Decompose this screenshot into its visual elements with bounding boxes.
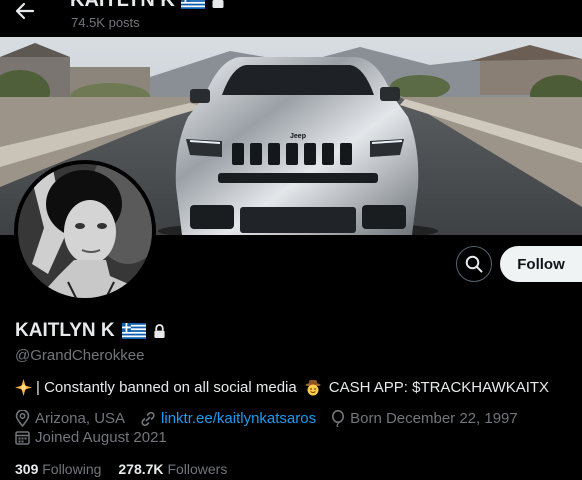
profile-header-bar: KAITLYN K 74.5K posts [0,0,582,37]
followers-count: 278.7K [118,461,164,477]
website-item: linktr.ee/kaitlynkatsaros [140,410,316,427]
display-name: KAITLYN K [15,320,115,341]
cowboy-emoji-icon [304,380,321,396]
location-item: Arizona, USA [15,410,125,427]
back-button[interactable] [12,0,38,22]
follow-counts: 309 Following 278.7K Followers [15,461,227,477]
profile-meta-row-joined: Joined August 2021 [15,429,182,446]
header-post-count: 74.5K posts [71,15,140,30]
follow-button-label: Follow [517,255,565,273]
birthday-text: Born December 22, 1997 [350,410,518,427]
following-count: 309 [15,461,39,477]
bio-cash-app: CASH APP: $TRACKHAWKAITX [328,378,550,396]
avatar-photo [18,164,152,298]
joined-item: Joined August 2021 [15,429,167,446]
followers-label: Followers [167,461,228,477]
location-pin-icon [15,410,30,427]
search-icon [465,255,483,273]
profile-bio: | Constantly banned on all social media … [15,378,549,396]
calendar-icon [15,431,30,445]
followers-link[interactable]: 278.7K Followers [118,461,227,477]
profile-meta-row: Arizona, USA linktr.ee/kaitlynkatsaros B… [15,410,533,427]
lock-icon [212,0,224,8]
avatar[interactable] [14,160,156,302]
profile-name: KAITLYN K [15,320,166,342]
balloon-icon [332,410,345,427]
bio-text: | Constantly banned on all social media [36,378,297,396]
following-label: Following [42,461,102,477]
sparkle-emoji-icon [15,378,32,396]
following-link[interactable]: 309 Following [15,461,101,477]
joined-text: Joined August 2021 [35,429,167,446]
birthday-item: Born December 22, 1997 [331,410,518,427]
follow-button[interactable]: Follow [500,246,582,282]
user-handle: @GrandCherokkee [15,347,145,364]
website-link[interactable]: linktr.ee/kaitlynkatsaros [161,410,316,427]
grille-badge: Jeep [290,133,306,140]
greece-flag-icon [121,323,146,339]
search-profile-button[interactable] [456,246,492,282]
greece-flag-icon [180,0,205,9]
link-icon [141,411,155,426]
location-text: Arizona, USA [35,410,126,427]
lock-icon [153,323,165,338]
header-title: KAITLYN K [70,0,225,12]
header-display-name: KAITLYN K [70,0,175,11]
arrow-left-icon [15,2,35,20]
